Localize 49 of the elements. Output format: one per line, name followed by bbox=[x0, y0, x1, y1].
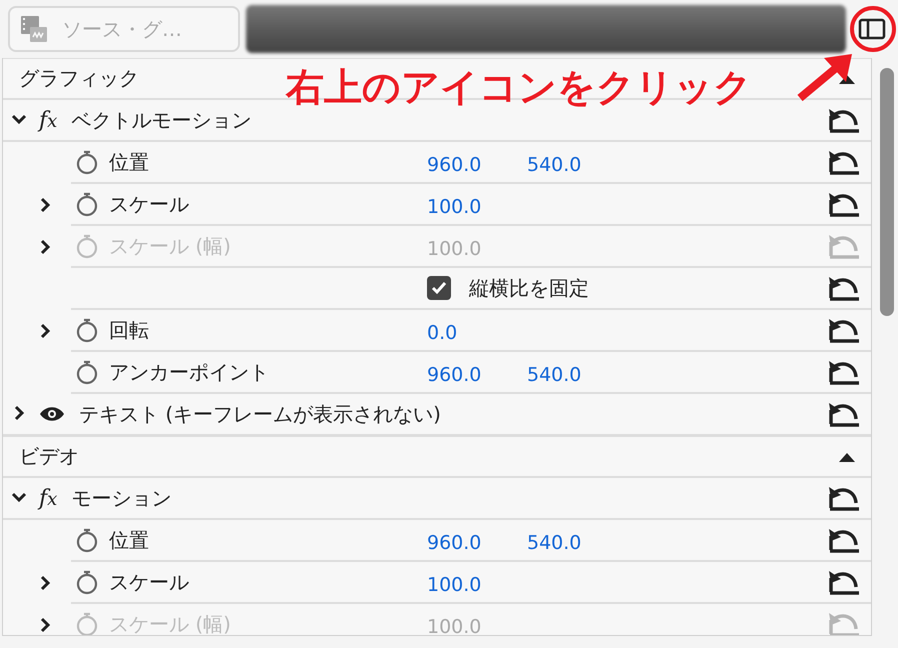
stopwatch-icon[interactable] bbox=[75, 359, 99, 385]
checkmark-icon bbox=[431, 280, 447, 296]
section-title: グラフィック bbox=[19, 65, 139, 92]
reset-icon[interactable] bbox=[827, 316, 861, 344]
parameter-name: 位置 bbox=[109, 526, 150, 554]
stopwatch-icon[interactable] bbox=[75, 527, 99, 553]
reset-icon[interactable] bbox=[827, 526, 861, 554]
parameter-value[interactable]: 540.0 bbox=[527, 526, 627, 554]
reset-icon[interactable] bbox=[827, 568, 861, 596]
annotation-arrow bbox=[796, 52, 854, 102]
parameter-value[interactable]: 540.0 bbox=[527, 148, 627, 176]
parameter-name: 位置 bbox=[109, 148, 150, 176]
parameter-value[interactable]: 100.0 bbox=[427, 568, 527, 596]
reset-icon[interactable] bbox=[827, 274, 861, 302]
parameter-name: スケール bbox=[109, 190, 190, 218]
stopwatch-icon[interactable] bbox=[75, 149, 99, 175]
section-title: ビデオ bbox=[19, 443, 79, 470]
effect-name: モーション bbox=[71, 484, 172, 512]
parameter-value[interactable]: 540.0 bbox=[527, 358, 627, 386]
checkbox-label: 縦横比を固定 bbox=[469, 274, 589, 302]
stopwatch-icon[interactable] bbox=[75, 191, 99, 217]
parameter-name: スケール (幅) bbox=[109, 610, 232, 635]
stopwatch-icon[interactable] bbox=[75, 569, 99, 595]
reset-icon[interactable] bbox=[827, 148, 861, 176]
parameter-name: スケール bbox=[109, 568, 190, 596]
stopwatch-icon[interactable] bbox=[75, 317, 99, 343]
parameter-value[interactable]: 960.0 bbox=[427, 358, 527, 386]
reset-icon[interactable] bbox=[827, 400, 861, 428]
checkbox[interactable] bbox=[427, 276, 451, 300]
film-icon bbox=[20, 15, 48, 43]
collapse-icon[interactable] bbox=[839, 452, 855, 462]
fx-icon[interactable]: fx bbox=[39, 486, 58, 510]
parameter-name: 回転 bbox=[109, 316, 150, 344]
reset-icon[interactable] bbox=[827, 106, 861, 134]
reset-icon[interactable] bbox=[827, 190, 861, 218]
parameter-value[interactable]: 960.0 bbox=[427, 148, 527, 176]
reset-icon[interactable] bbox=[827, 484, 861, 512]
effect-name: ベクトルモーション bbox=[71, 106, 252, 134]
parameter-name: スケール (幅) bbox=[109, 232, 232, 260]
parameter-value[interactable]: 960.0 bbox=[427, 526, 527, 554]
fx-icon[interactable]: fx bbox=[39, 108, 58, 132]
eye-icon[interactable] bbox=[39, 406, 65, 422]
parameter-value[interactable]: 0.0 bbox=[427, 316, 527, 344]
reset-icon[interactable] bbox=[827, 358, 861, 386]
effect-name: テキスト (キーフレームが表示されない) bbox=[79, 400, 441, 428]
annotation-text: 右上のアイコンをクリック bbox=[286, 64, 752, 111]
highlight-circle bbox=[848, 4, 898, 54]
parameter-value[interactable]: 100.0 bbox=[427, 190, 527, 218]
parameter-name: アンカーポイント bbox=[109, 358, 270, 386]
